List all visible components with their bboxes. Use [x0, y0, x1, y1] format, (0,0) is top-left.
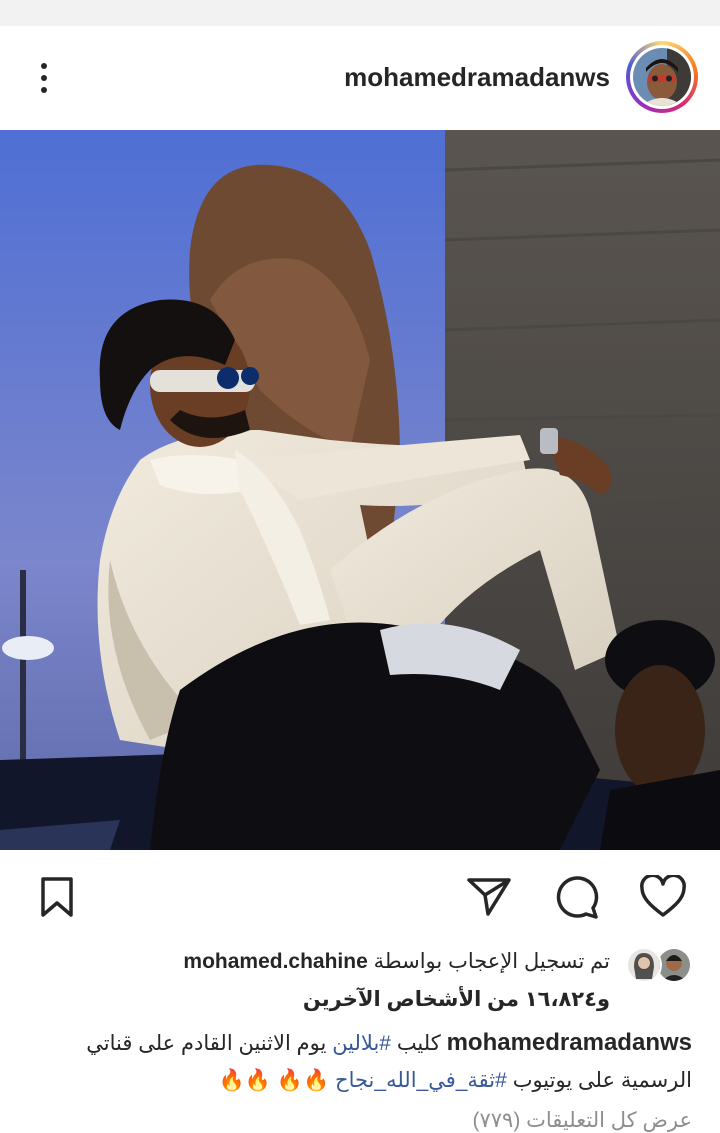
post-photo[interactable] [0, 130, 720, 850]
post-header: mohamedramadanws [0, 26, 720, 130]
bookmark-icon [41, 877, 73, 917]
comment-icon [556, 876, 599, 919]
share-button[interactable] [464, 872, 514, 922]
bookmark-button[interactable] [32, 872, 82, 922]
more-dot [41, 75, 47, 81]
more-options-button[interactable] [28, 56, 60, 100]
heart-icon [640, 875, 686, 917]
like-button[interactable] [638, 872, 688, 922]
status-strip [0, 0, 720, 26]
caption-hashtag-1[interactable]: #بلالين [332, 1032, 391, 1055]
avatar-border [630, 45, 694, 109]
liker-avatar [626, 947, 662, 983]
comment-button[interactable] [551, 872, 601, 922]
send-icon [467, 878, 511, 916]
avatar [633, 48, 691, 106]
caption-username[interactable]: mohamedramadanws [447, 1029, 692, 1056]
caption-text-1: كليب [396, 1032, 441, 1055]
caption-emoji: 🔥🔥 🔥🔥 [218, 1069, 330, 1092]
likes-summary[interactable]: تم تسجيل الإعجاب بواسطة mohamed.chahine … [10, 943, 610, 1019]
more-vertical-icon [41, 63, 47, 69]
likes-prefix: تم تسجيل الإعجاب بواسطة [373, 950, 610, 973]
post-username[interactable]: mohamedramadanws [344, 62, 610, 93]
liked-by-username[interactable]: mohamed.chahine [183, 950, 367, 973]
caption-hashtag-2[interactable]: #ثقة_في_الله_نجاح [335, 1069, 507, 1092]
action-bar [0, 850, 720, 940]
likes-others[interactable]: و١٦،٨٢٤ من الأشخاص الآخرين [303, 988, 610, 1011]
avatar-story-ring[interactable] [626, 41, 698, 113]
post-caption: mohamedramadanws كليب #بلالين يوم الاثني… [28, 1024, 692, 1099]
liked-by-avatars[interactable] [622, 945, 692, 983]
view-all-comments-link[interactable]: عرض كل التعليقات (٧٧٩) [28, 1108, 692, 1133]
more-dot [41, 87, 47, 93]
